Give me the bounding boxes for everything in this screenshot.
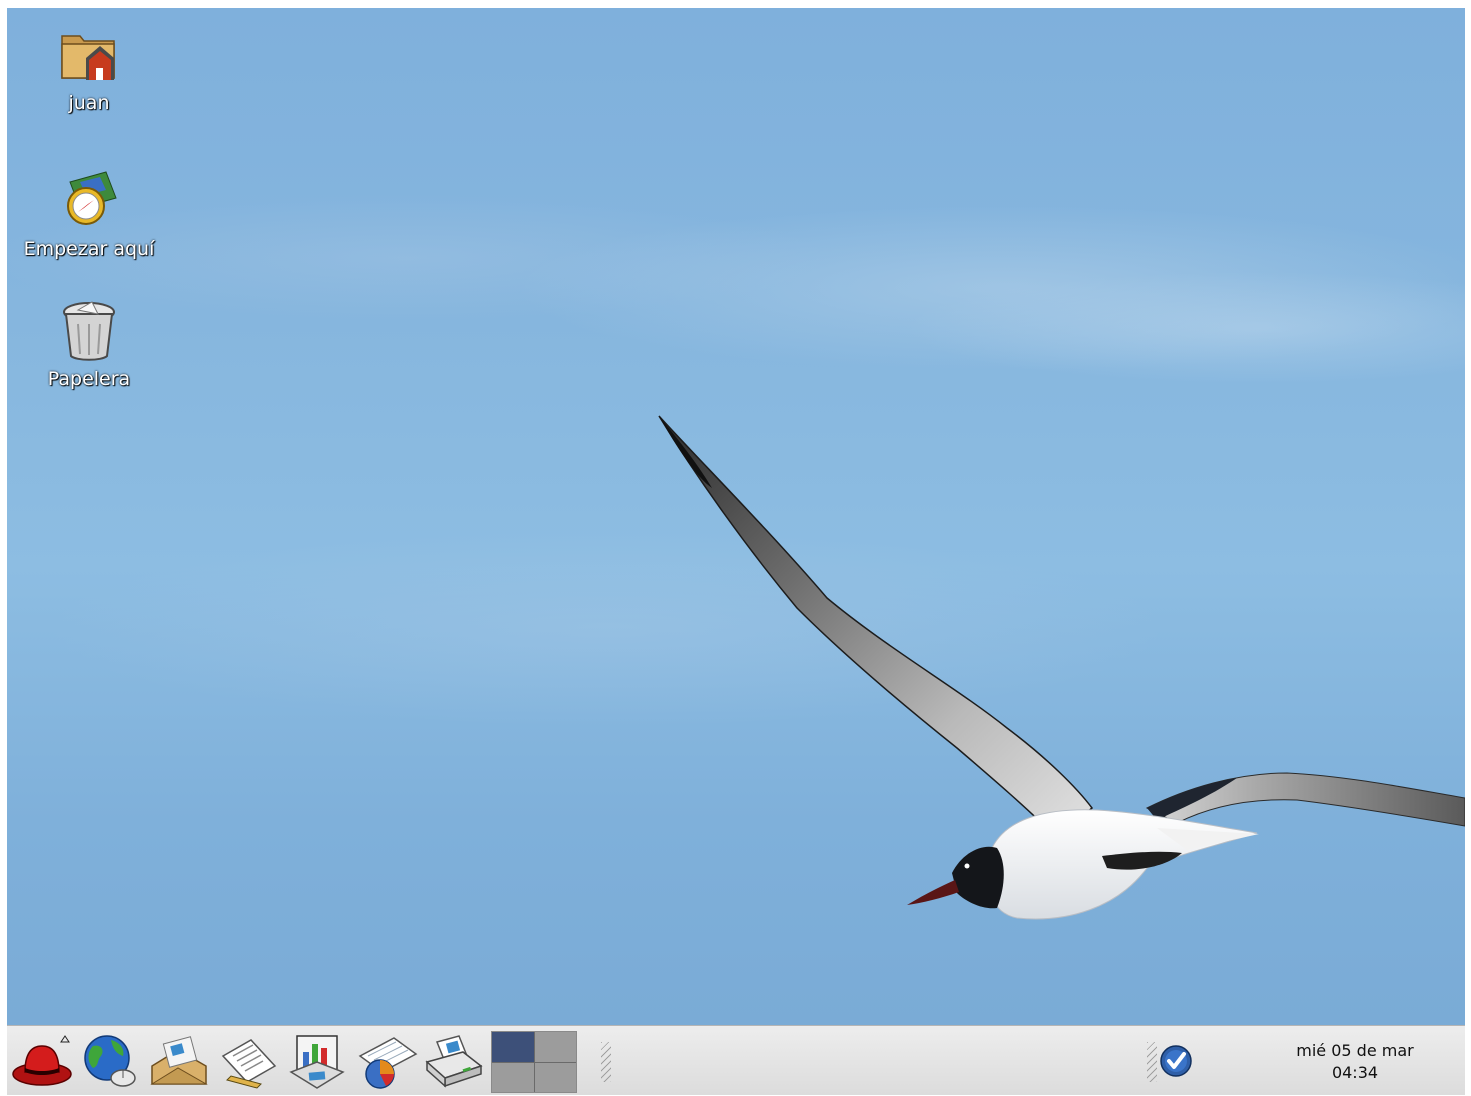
desktop-icon-start-here[interactable]: Empezar aquí [9,168,169,260]
bottom-panel: mié 05 de mar 04:34 [7,1025,1465,1095]
word-processor-launcher[interactable] [217,1032,279,1092]
web-browser-globe-icon [84,1035,136,1087]
clock-date: mié 05 de mar [1296,1041,1414,1060]
workspace-1[interactable] [492,1032,534,1062]
update-checkmark-icon [1160,1045,1192,1077]
spreadsheet-icon [358,1037,418,1089]
printer-launcher[interactable] [423,1032,485,1092]
workspace-3[interactable] [492,1062,534,1092]
tray-drag-handle[interactable] [1147,1042,1157,1082]
email-envelope-icon [150,1036,208,1085]
desktop-icon-label: juan [68,92,110,114]
start-here-compass-icon [67,171,117,225]
email-launcher[interactable] [148,1032,210,1092]
main-menu-button[interactable] [11,1032,73,1092]
trash-can-icon [63,301,115,361]
seagull-wallpaper-image [658,415,1465,920]
desktop-icon-home[interactable]: juan [9,22,169,114]
taskbar-drag-handle[interactable] [601,1042,611,1082]
presentation-icon [289,1035,345,1089]
clock[interactable]: mié 05 de mar 04:34 [1275,1040,1435,1084]
workspace-switcher[interactable] [491,1031,577,1093]
clock-time: 04:34 [1331,1063,1379,1082]
update-notifier[interactable] [1159,1044,1193,1078]
spreadsheet-launcher[interactable] [356,1032,418,1092]
workspace-4[interactable] [534,1062,576,1092]
home-folder-icon [61,35,115,80]
printer-icon [425,1035,483,1088]
screen: juan Empezar aquí Papelera mié 05 de mar… [0,0,1471,1095]
desktop-icon-label: Papelera [47,368,131,390]
web-browser-launcher[interactable] [79,1032,141,1092]
text-document-icon [221,1039,277,1089]
workspace-2[interactable] [534,1032,576,1062]
desktop-icon-trash[interactable]: Papelera [9,298,169,390]
desktop-icon-label: Empezar aquí [23,238,155,260]
red-hat-menu-icon [12,1035,72,1086]
presentation-launcher[interactable] [287,1032,349,1092]
desktop-background[interactable]: juan Empezar aquí Papelera [7,8,1465,1025]
